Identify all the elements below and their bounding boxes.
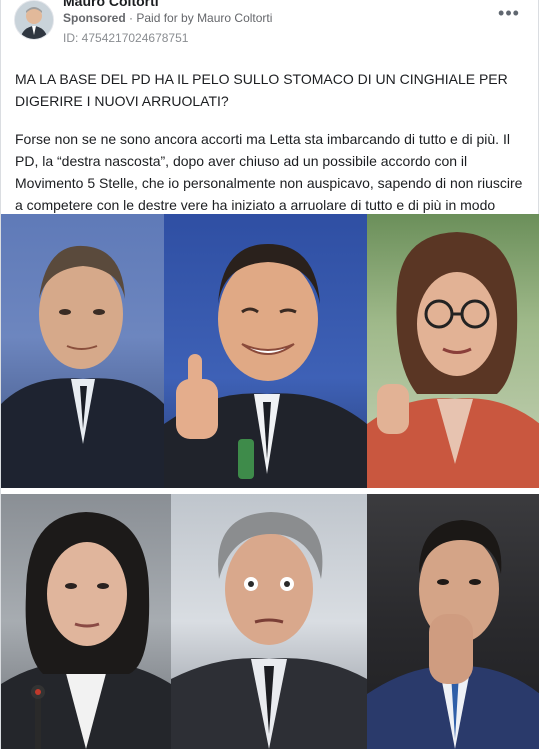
photo-collage[interactable] bbox=[1, 214, 539, 749]
paid-for-name[interactable]: Mauro Coltorti bbox=[197, 11, 272, 25]
more-horizontal-icon[interactable]: ••• bbox=[497, 4, 521, 26]
author-avatar[interactable] bbox=[14, 0, 54, 40]
ad-post-card: Mauro Coltorti Sponsored · Paid for by M… bbox=[0, 0, 539, 749]
sponsored-line: Sponsored · Paid for by Mauro Coltorti bbox=[63, 11, 272, 25]
author-name[interactable]: Mauro Coltorti bbox=[63, 0, 159, 9]
sponsored-label: Sponsored bbox=[63, 11, 126, 25]
photo-woman-dark-hair bbox=[1, 494, 171, 749]
paid-for-prefix: · Paid for by bbox=[129, 11, 194, 25]
ad-id: ID: 4754217024678751 bbox=[63, 31, 189, 45]
photo-man-suit-blue-background bbox=[1, 214, 164, 488]
post-headline: MA LA BASE DEL PD HA IL PELO SULLO STOMA… bbox=[15, 71, 508, 109]
post-header: Mauro Coltorti Sponsored · Paid for by M… bbox=[1, 0, 538, 60]
photo-man-hand-on-chin bbox=[367, 494, 539, 749]
photo-man-grey-hair bbox=[171, 494, 367, 749]
photo-man-thumbs-up bbox=[164, 214, 367, 488]
photo-woman-glasses bbox=[367, 214, 539, 488]
